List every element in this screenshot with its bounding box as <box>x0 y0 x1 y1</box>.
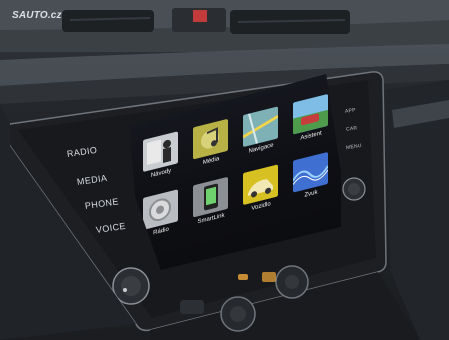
assistant-icon <box>293 93 328 135</box>
navigation-tile[interactable] <box>243 106 278 148</box>
air-vent-left <box>62 10 154 32</box>
watermark: SAUTO.cz <box>12 10 62 21</box>
vehicle-icon <box>248 179 273 198</box>
infotainment-screen-area: Návody Média Navigace Asistent Rádio Sma… <box>129 74 342 270</box>
car-dashboard-scene: SAUTO.cz RADIO MEDIA PHONE VOICE APP CAR… <box>0 0 449 340</box>
vehicle-tile[interactable] <box>243 164 278 206</box>
manual-icon <box>147 139 171 166</box>
app-grid: Návody Média Navigace Asistent Rádio Sma… <box>143 74 341 270</box>
page-indicator: • • • <box>249 250 264 260</box>
manual-tile[interactable] <box>143 131 178 172</box>
media-icon <box>201 127 219 149</box>
sound-icon <box>293 165 328 185</box>
radio-icon <box>149 198 171 222</box>
sound-tile[interactable] <box>293 151 328 193</box>
media-tile[interactable] <box>193 118 228 160</box>
assistant-tile[interactable] <box>293 93 328 135</box>
radio-tile[interactable] <box>143 189 178 230</box>
smartlink-icon <box>204 183 218 211</box>
hazard-button <box>193 10 207 22</box>
infotainment-screen: Návody Média Navigace Asistent Rádio Sma… <box>129 74 341 270</box>
navigation-icon <box>243 106 278 148</box>
smartlink-tile[interactable] <box>193 176 228 218</box>
